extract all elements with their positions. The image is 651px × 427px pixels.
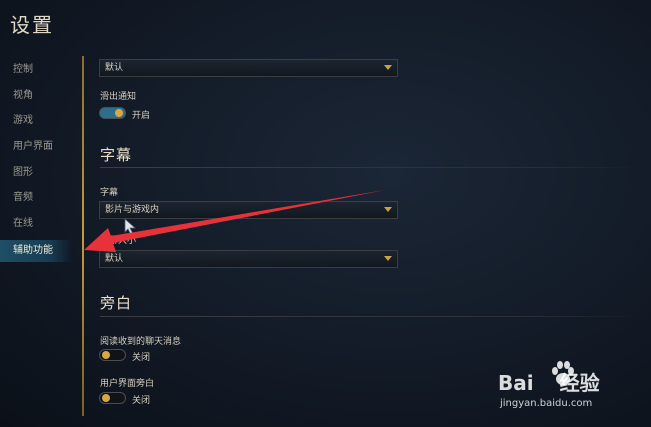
baidu-paw-icon xyxy=(552,361,574,385)
watermark-url: jingyan.baidu.com xyxy=(500,398,593,409)
watermark-logo-text: Bai xyxy=(498,371,534,395)
watermark-logo: Bai 经验 xyxy=(498,367,600,396)
